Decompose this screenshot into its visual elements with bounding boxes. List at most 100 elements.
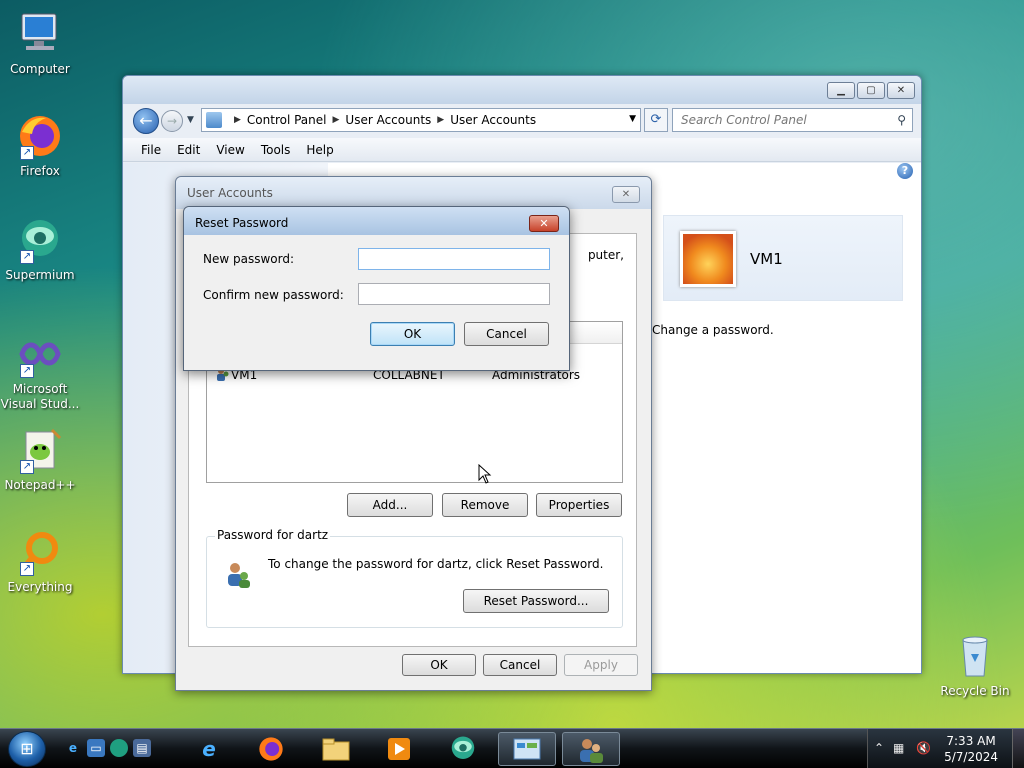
menu-view[interactable]: View (208, 143, 252, 157)
recent-pages-dropdown[interactable]: ▼ (187, 115, 194, 125)
user-picture[interactable] (680, 231, 736, 287)
menu-help[interactable]: Help (298, 143, 341, 157)
control-panel-icon (206, 112, 222, 128)
switch-windows-quicklaunch-icon[interactable]: ▤ (133, 739, 151, 757)
firefox-icon: ↗ (16, 112, 64, 160)
desktop-icon-notepadpp[interactable]: ↗ Notepad++ (0, 426, 80, 492)
help-icon[interactable]: ? (897, 163, 913, 179)
desktop-icon-visual-studio[interactable]: ↗ Microsoft Visual Stud... (0, 330, 80, 412)
add-user-button[interactable]: Add... (347, 493, 433, 517)
reset-ok-button[interactable]: OK (370, 322, 455, 346)
user-accounts-taskbar-button[interactable] (562, 732, 620, 766)
properties-button[interactable]: Properties (536, 493, 622, 517)
visual-studio-icon: ↗ (16, 330, 64, 378)
desktop-icon-everything[interactable]: ↗ Everything (0, 528, 80, 594)
new-password-field[interactable] (358, 248, 550, 270)
address-bar[interactable]: ▶ Control Panel ▶ User Accounts ▶ User A… (201, 108, 641, 132)
network-icon[interactable]: ▦ (893, 741, 904, 755)
menu-tools[interactable]: Tools (253, 143, 299, 157)
system-tray: ⌃ ▦ 🔇 7:33 AM 5/7/2024 (867, 729, 1024, 768)
menu-bar: File Edit View Tools Help (123, 138, 921, 162)
desktop-icon-recycle-bin[interactable]: Recycle Bin (935, 632, 1015, 698)
remove-user-button[interactable]: Remove (442, 493, 528, 517)
reset-password-close-button[interactable]: ✕ (529, 215, 559, 232)
breadcrumb-control-panel[interactable]: Control Panel (247, 113, 327, 127)
control-panel-taskbar-button[interactable] (498, 732, 556, 766)
mouse-cursor-icon (478, 463, 492, 487)
back-button[interactable]: ← (133, 108, 159, 134)
everything-icon: ↗ (16, 528, 64, 576)
user-key-icon (224, 559, 254, 589)
close-button[interactable]: ✕ (887, 82, 915, 99)
minimize-button[interactable]: ▁ (827, 82, 855, 99)
taskbar: ⊞ e ▭ ▤ e ⌃ ▦ 🔇 7:33 AM 5/7/2024 (0, 728, 1024, 768)
firefox-taskbar-icon[interactable] (242, 732, 300, 766)
desktop-icon-label: Supermium (5, 268, 75, 282)
desktop-icon-label: Recycle Bin (940, 684, 1010, 698)
computer-icon (16, 10, 64, 58)
show-desktop-button[interactable] (1012, 729, 1024, 768)
window-titlebar[interactable]: ▁ ▢ ✕ (123, 76, 921, 104)
breadcrumb-user-accounts-current[interactable]: User Accounts (450, 113, 536, 127)
cancel-button[interactable]: Cancel (483, 654, 557, 676)
desktop-icon-label: Microsoft Visual Stud... (0, 382, 80, 411)
reset-cancel-button[interactable]: Cancel (464, 322, 549, 346)
ie-quicklaunch-icon[interactable]: e (64, 739, 82, 757)
dialog-close-button[interactable]: ✕ (612, 186, 640, 203)
notepadpp-icon: ↗ (16, 426, 64, 474)
confirm-password-field[interactable] (358, 283, 550, 305)
desktop-icon-supermium[interactable]: ↗ Supermium (0, 216, 80, 282)
new-password-label: New password: (203, 252, 295, 266)
search-input[interactable]: Search Control Panel ⚲ (672, 108, 913, 132)
refresh-button[interactable]: ⟳ (644, 108, 668, 132)
ie-taskbar-icon[interactable]: e (180, 732, 238, 766)
start-button[interactable]: ⊞ (8, 731, 46, 767)
desktop-icon-label: Everything (7, 580, 73, 594)
reset-password-dialog: Reset Password ✕ New password: Confirm n… (183, 206, 570, 371)
forward-button[interactable]: → (161, 110, 183, 132)
show-desktop-quicklaunch-icon[interactable]: ▭ (87, 739, 105, 757)
supermium-quicklaunch-icon[interactable] (110, 739, 128, 757)
user-tile-name: VM1 (750, 250, 783, 268)
search-icon[interactable]: ⚲ (897, 109, 906, 131)
file-explorer-taskbar-icon[interactable] (307, 732, 365, 766)
desktop-icon-label: Notepad++ (4, 478, 76, 492)
dialog-titlebar[interactable]: User Accounts ✕ (176, 177, 651, 209)
breadcrumb-user-accounts[interactable]: User Accounts (345, 113, 431, 127)
user-tile: VM1 (663, 215, 903, 301)
password-group: Password for dartz To change the passwor… (206, 528, 623, 628)
maximize-button[interactable]: ▢ (857, 82, 885, 99)
clock[interactable]: 7:33 AM 5/7/2024 (944, 733, 998, 765)
recycle-bin-icon (951, 632, 999, 680)
breadcrumb-separator-icon[interactable]: ▶ (333, 115, 340, 125)
apply-button[interactable]: Apply (564, 654, 638, 676)
desktop-icon-label: Computer (10, 62, 70, 76)
volume-muted-icon[interactable]: 🔇 (916, 741, 931, 755)
clock-date: 5/7/2024 (944, 750, 998, 764)
show-hidden-icons-icon[interactable]: ⌃ (874, 741, 884, 755)
breadcrumb-separator-icon[interactable]: ▶ (437, 115, 444, 125)
menu-file[interactable]: File (133, 143, 169, 157)
media-player-taskbar-icon[interactable] (370, 732, 428, 766)
reset-password-title: Reset Password (195, 216, 289, 230)
search-placeholder: Search Control Panel (681, 113, 807, 127)
reset-password-button[interactable]: Reset Password... (463, 589, 609, 613)
clock-time: 7:33 AM (946, 734, 996, 748)
supermium-taskbar-icon[interactable] (434, 732, 492, 766)
menu-edit[interactable]: Edit (169, 143, 208, 157)
reset-password-titlebar[interactable]: Reset Password ✕ (184, 207, 569, 235)
password-group-label: Password for dartz (215, 528, 331, 542)
breadcrumb-separator-icon[interactable]: ▶ (234, 115, 241, 125)
address-dropdown-icon[interactable]: ▼ (629, 114, 636, 124)
password-instructions: To change the password for dartz, click … (268, 557, 604, 571)
confirm-password-label: Confirm new password: (203, 288, 344, 302)
address-row: ← → ▼ ▶ Control Panel ▶ User Accounts ▶ … (131, 106, 913, 136)
desktop-icon-label: Firefox (20, 164, 60, 178)
dialog-title: User Accounts (187, 186, 273, 200)
desktop-icon-computer[interactable]: Computer (0, 10, 80, 76)
desktop-icon-firefox[interactable]: ↗ Firefox (0, 112, 80, 178)
users-description: puter, (587, 248, 624, 262)
change-password-link[interactable]: Change a password. (652, 323, 774, 337)
supermium-icon: ↗ (16, 216, 64, 264)
ok-button[interactable]: OK (402, 654, 476, 676)
